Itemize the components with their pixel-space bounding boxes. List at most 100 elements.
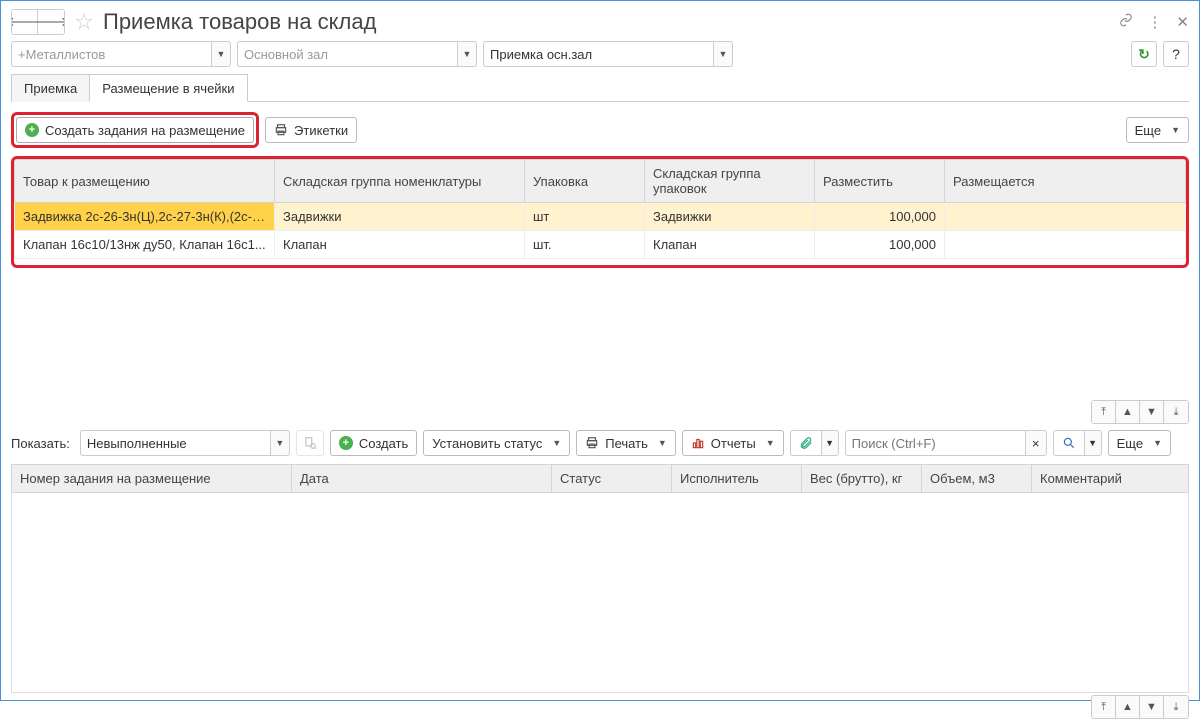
more-bottom-button[interactable]: Еще ▼ <box>1108 430 1171 456</box>
chevron-down-icon: ▼ <box>1171 125 1180 135</box>
show-input[interactable] <box>80 430 270 456</box>
tab-placement[interactable]: Размещение в ячейки <box>89 74 247 102</box>
more-top-label: Еще <box>1135 123 1161 138</box>
col-volume[interactable]: Объем, м3 <box>922 465 1032 493</box>
warehouse-input[interactable] <box>11 41 211 67</box>
col-group-pack[interactable]: Складская группа упаковок <box>645 160 815 203</box>
col-executor[interactable]: Исполнитель <box>672 465 802 493</box>
close-icon[interactable]: ✕ <box>1176 13 1189 31</box>
toolbar-bottom: Показать: ▼ + Создать Установить статус … <box>11 430 1189 456</box>
cell-to-place: 100,000 <box>815 231 945 259</box>
create-task-button[interactable]: + Создать задания на размещение <box>16 117 254 143</box>
show-combo[interactable]: ▼ <box>80 430 290 456</box>
attachment-icon <box>799 436 813 450</box>
grid1-nav: ⤒ ▲ ▼ ⤓ <box>11 398 1189 426</box>
warehouse-dropdown-button[interactable]: ▼ <box>211 41 231 67</box>
zone-input[interactable] <box>483 41 713 67</box>
printer-icon <box>274 123 288 137</box>
col-status[interactable]: Статус <box>552 465 672 493</box>
open-button[interactable] <box>296 430 324 456</box>
kebab-menu-icon[interactable]: ⋮ <box>1147 13 1162 31</box>
cell-group-nom: Клапан <box>275 231 525 259</box>
titlebar: 🡐 🡒 ☆ Приемка товаров на склад ⋮ ✕ <box>11 9 1189 35</box>
more-top-button[interactable]: Еще ▼ <box>1126 117 1189 143</box>
cell-group-pack: Задвижки <box>645 203 815 231</box>
reports-button[interactable]: Отчеты ▼ <box>682 430 784 456</box>
cell-item: Клапан 16с10/13нж ду50, Клапан 16с1... <box>15 231 275 259</box>
col-date[interactable]: Дата <box>292 465 552 493</box>
tasks-table[interactable]: Номер задания на размещение Дата Статус … <box>11 464 1189 493</box>
chevron-down-icon: ▼ <box>658 438 667 448</box>
tabs: Приемка Размещение в ячейки <box>11 73 1189 102</box>
scroll-down-icon[interactable]: ▼ <box>1140 401 1164 423</box>
col-placing[interactable]: Размещается <box>945 160 1186 203</box>
reports-label: Отчеты <box>711 436 756 451</box>
filters-row: ▼ ▼ ▼ ↻ ? <box>11 41 1189 67</box>
scroll-bottom-icon[interactable]: ⤓ <box>1164 401 1188 423</box>
printer-icon <box>585 436 599 450</box>
search-input[interactable] <box>845 430 1025 456</box>
print-button[interactable]: Печать ▼ <box>576 430 676 456</box>
warehouse-combo[interactable]: ▼ <box>11 41 231 67</box>
cell-placing <box>945 231 1186 259</box>
more-bottom-label: Еще <box>1117 436 1143 451</box>
set-status-button[interactable]: Установить статус ▼ <box>423 430 570 456</box>
search-go-button[interactable]: ▼ <box>1053 430 1102 456</box>
col-pack[interactable]: Упаковка <box>525 160 645 203</box>
cell-to-place: 100,000 <box>815 203 945 231</box>
favorite-star-icon[interactable]: ☆ <box>71 9 97 35</box>
create-label: Создать <box>359 436 408 451</box>
room-combo[interactable]: ▼ <box>237 41 477 67</box>
set-status-label: Установить статус <box>432 436 542 451</box>
search-icon <box>1062 436 1076 450</box>
col-comment[interactable]: Комментарий <box>1032 465 1189 493</box>
page-title: Приемка товаров на склад <box>103 9 376 35</box>
items-table-wrap: Товар к размещению Складская группа номе… <box>11 156 1189 268</box>
col-weight[interactable]: Вес (брутто), кг <box>802 465 922 493</box>
scroll-bottom-icon[interactable]: ⤓ <box>1164 696 1188 718</box>
room-dropdown-button[interactable]: ▼ <box>457 41 477 67</box>
scroll-top-icon[interactable]: ⤒ <box>1092 696 1116 718</box>
attach-dropdown[interactable]: ▼ <box>821 430 839 456</box>
col-item[interactable]: Товар к размещению <box>15 160 275 203</box>
labels-button[interactable]: Этикетки <box>265 117 357 143</box>
highlight-create-task: + Создать задания на размещение <box>11 112 259 148</box>
help-button[interactable]: ? <box>1163 41 1189 67</box>
create-task-label: Создать задания на размещение <box>45 123 245 138</box>
room-input[interactable] <box>237 41 457 67</box>
col-task-no[interactable]: Номер задания на размещение <box>12 465 292 493</box>
scroll-up-icon[interactable]: ▲ <box>1116 696 1140 718</box>
chevron-down-icon: ▼ <box>552 438 561 448</box>
refresh-button[interactable]: ↻ <box>1131 41 1157 67</box>
search-box[interactable]: × <box>845 430 1047 456</box>
chevron-down-icon: ▼ <box>1153 438 1162 448</box>
nav-forward-button[interactable]: 🡒 <box>38 10 64 34</box>
show-label: Показать: <box>11 436 74 451</box>
scroll-top-icon[interactable]: ⤒ <box>1092 401 1116 423</box>
link-icon[interactable] <box>1119 13 1133 31</box>
scroll-up-icon[interactable]: ▲ <box>1116 401 1140 423</box>
col-to-place[interactable]: Разместить <box>815 160 945 203</box>
cell-item: Задвижка 2с-26-3н(Ц),2с-27-3н(К),(2с-2..… <box>15 203 275 231</box>
show-dropdown-button[interactable]: ▼ <box>270 430 290 456</box>
table-row[interactable]: Клапан 16с10/13нж ду50, Клапан 16с1... К… <box>15 231 1186 259</box>
chevron-down-icon: ▼ <box>766 438 775 448</box>
tasks-table-body[interactable] <box>11 493 1189 693</box>
search-dropdown[interactable]: ▼ <box>1084 430 1102 456</box>
print-label: Печать <box>605 436 648 451</box>
zone-dropdown-button[interactable]: ▼ <box>713 41 733 67</box>
cell-pack: шт. <box>525 231 645 259</box>
scroll-down-icon[interactable]: ▼ <box>1140 696 1164 718</box>
create-button[interactable]: + Создать <box>330 430 417 456</box>
items-table[interactable]: Товар к размещению Складская группа номе… <box>14 159 1186 259</box>
tab-receiving[interactable]: Приемка <box>11 74 90 102</box>
plus-icon: + <box>25 123 39 137</box>
zone-combo[interactable]: ▼ <box>483 41 733 67</box>
chart-icon <box>691 436 705 450</box>
plus-icon: + <box>339 436 353 450</box>
table-row[interactable]: Задвижка 2с-26-3н(Ц),2с-27-3н(К),(2с-2..… <box>15 203 1186 231</box>
cell-group-nom: Задвижки <box>275 203 525 231</box>
search-clear-icon[interactable]: × <box>1025 430 1047 456</box>
col-group-nom[interactable]: Складская группа номенклатуры <box>275 160 525 203</box>
attach-button[interactable]: ▼ <box>790 430 839 456</box>
